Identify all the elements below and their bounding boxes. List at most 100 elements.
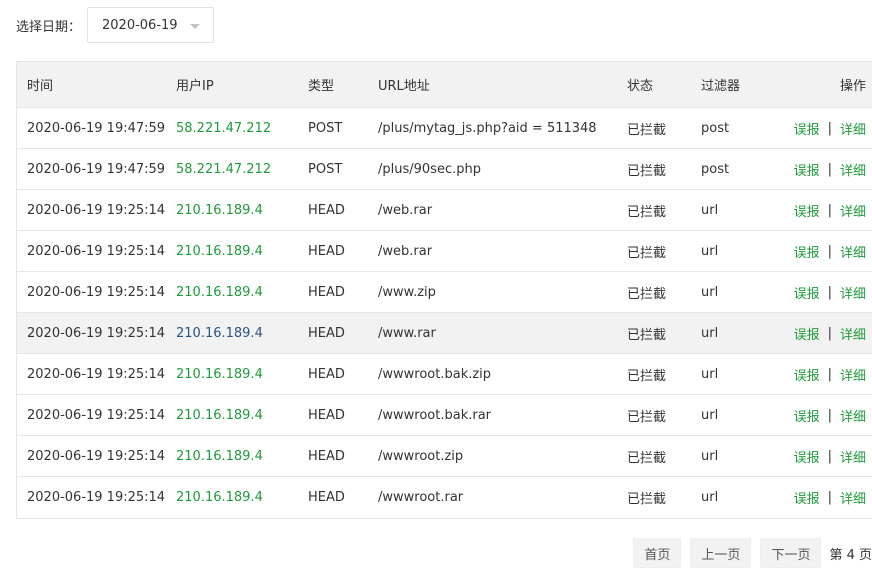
cell-url: /www.rar [378, 325, 436, 341]
cell-ip: 210.16.189.4 [176, 284, 263, 300]
report-link[interactable]: 误报 [794, 324, 820, 343]
cell-url: /wwwroot.bak.rar [378, 407, 492, 423]
cell-time: 2020-06-19 19:25:14 [27, 202, 166, 218]
table-row: 2020-06-19 19:47:59 58.221.47.212 POST /… [17, 149, 872, 190]
cell-status: 已拦截 [627, 122, 667, 138]
detail-link[interactable]: 详细 [840, 488, 866, 507]
cell-type: HEAD [308, 490, 345, 505]
cell-ops: 误报 | 详细 [794, 190, 866, 230]
cell-status: 已拦截 [627, 204, 667, 220]
cell-url: /wwwroot.bak.zip [378, 366, 492, 382]
ops-separator: | [827, 120, 832, 136]
header-status: 状态 [627, 79, 654, 94]
header-ops: 操作 [839, 79, 866, 94]
cell-url: /web.rar [378, 243, 433, 259]
cell-ip: 210.16.189.4 [176, 448, 263, 464]
report-link[interactable]: 误报 [794, 447, 820, 466]
detail-link[interactable]: 详细 [840, 365, 866, 384]
cell-status: 已拦截 [627, 286, 667, 302]
header-filter: 过滤器 [701, 79, 741, 94]
ops-separator: | [827, 202, 832, 218]
report-link[interactable]: 误报 [794, 283, 820, 302]
table-row: 2020-06-19 19:25:14 210.16.189.4 HEAD /w… [17, 477, 872, 518]
report-link[interactable]: 误报 [794, 242, 820, 261]
cell-ops: 误报 | 详细 [794, 477, 866, 518]
cell-filter: url [701, 407, 719, 423]
date-filter: 选择日期： 2020-06-19 [16, 6, 215, 44]
detail-link[interactable]: 详细 [840, 242, 866, 261]
ops-separator: | [827, 161, 832, 177]
report-link[interactable]: 误报 [794, 160, 820, 179]
cell-time: 2020-06-19 19:25:14 [27, 243, 166, 259]
cell-type: POST [308, 120, 343, 136]
cell-status: 已拦截 [627, 163, 667, 179]
cell-time: 2020-06-19 19:25:14 [27, 284, 166, 300]
cell-ip: 210.16.189.4 [176, 407, 263, 423]
cell-time: 2020-06-19 19:47:59 [27, 120, 166, 136]
cell-ip: 58.221.47.212 [176, 161, 272, 177]
detail-link[interactable]: 详细 [840, 283, 866, 302]
prev-page-button[interactable]: 上一页 [690, 538, 752, 568]
header-ip: 用户IP [176, 79, 214, 94]
report-link[interactable]: 误报 [794, 365, 820, 384]
date-filter-label: 选择日期： [16, 19, 82, 35]
table-row: 2020-06-19 19:25:14 210.16.189.4 HEAD /w… [17, 313, 872, 354]
report-link[interactable]: 误报 [794, 406, 820, 425]
cell-ip: 58.221.47.212 [176, 120, 272, 136]
detail-link[interactable]: 详细 [840, 119, 866, 138]
table-row: 2020-06-19 19:47:59 58.221.47.212 POST /… [17, 108, 872, 149]
cell-ops: 误报 | 详细 [794, 108, 866, 148]
cell-type: HEAD [308, 243, 345, 259]
ops-separator: | [827, 366, 832, 382]
current-page-indicator: 第 4 页 [829, 547, 872, 563]
cell-ops: 误报 | 详细 [794, 149, 866, 189]
cell-type: POST [308, 161, 343, 177]
cell-ops: 误报 | 详细 [794, 395, 866, 435]
table-row: 2020-06-19 19:25:14 210.16.189.4 HEAD /w… [17, 190, 872, 231]
cell-time: 2020-06-19 19:47:59 [27, 161, 166, 177]
cell-ip: 210.16.189.4 [176, 243, 263, 259]
header-url: URL地址 [378, 79, 430, 94]
report-link[interactable]: 误报 [794, 201, 820, 220]
first-page-button[interactable]: 首页 [633, 538, 682, 568]
cell-ops: 误报 | 详细 [794, 313, 866, 353]
cell-filter: url [701, 366, 719, 382]
cell-time: 2020-06-19 19:25:14 [27, 490, 166, 505]
cell-filter: url [701, 284, 719, 300]
header-type: 类型 [308, 79, 335, 94]
date-select-value: 2020-06-19 [102, 17, 178, 33]
cell-status: 已拦截 [627, 327, 667, 343]
cell-url: /plus/90sec.php [378, 161, 481, 177]
cell-url: /plus/mytag_js.php?aid = 511348 [378, 120, 597, 136]
ops-separator: | [827, 243, 832, 259]
detail-link[interactable]: 详细 [840, 406, 866, 425]
cell-filter: url [701, 490, 719, 505]
detail-link[interactable]: 详细 [840, 324, 866, 343]
date-select[interactable]: 2020-06-19 [87, 7, 215, 43]
ops-separator: | [827, 448, 832, 464]
table-header-row: 时间 用户IP 类型 URL地址 状态 过滤器 操作 [17, 62, 872, 108]
cell-ip: 210.16.189.4 [176, 202, 263, 218]
cell-time: 2020-06-19 19:25:14 [27, 366, 166, 382]
table-row: 2020-06-19 19:25:14 210.16.189.4 HEAD /w… [17, 436, 872, 477]
cell-filter: post [701, 120, 730, 136]
detail-link[interactable]: 详细 [840, 160, 866, 179]
ops-separator: | [827, 325, 832, 341]
ops-separator: | [827, 407, 832, 423]
table-row: 2020-06-19 19:25:14 210.16.189.4 HEAD /w… [17, 272, 872, 313]
report-link[interactable]: 误报 [794, 488, 820, 507]
header-time: 时间 [27, 79, 54, 94]
report-link[interactable]: 误报 [794, 119, 820, 138]
ops-separator: | [827, 284, 832, 300]
next-page-button[interactable]: 下一页 [760, 538, 822, 568]
detail-link[interactable]: 详细 [840, 201, 866, 220]
cell-type: HEAD [308, 448, 345, 464]
pagination: 首页 上一页 下一页 第 4 页 [624, 537, 872, 569]
cell-ip: 210.16.189.4 [176, 366, 263, 382]
cell-filter: url [701, 202, 719, 218]
cell-filter: url [701, 325, 719, 341]
cell-time: 2020-06-19 19:25:14 [27, 325, 166, 341]
detail-link[interactable]: 详细 [840, 447, 866, 466]
cell-type: HEAD [308, 202, 345, 218]
table-row: 2020-06-19 19:25:14 210.16.189.4 HEAD /w… [17, 231, 872, 272]
